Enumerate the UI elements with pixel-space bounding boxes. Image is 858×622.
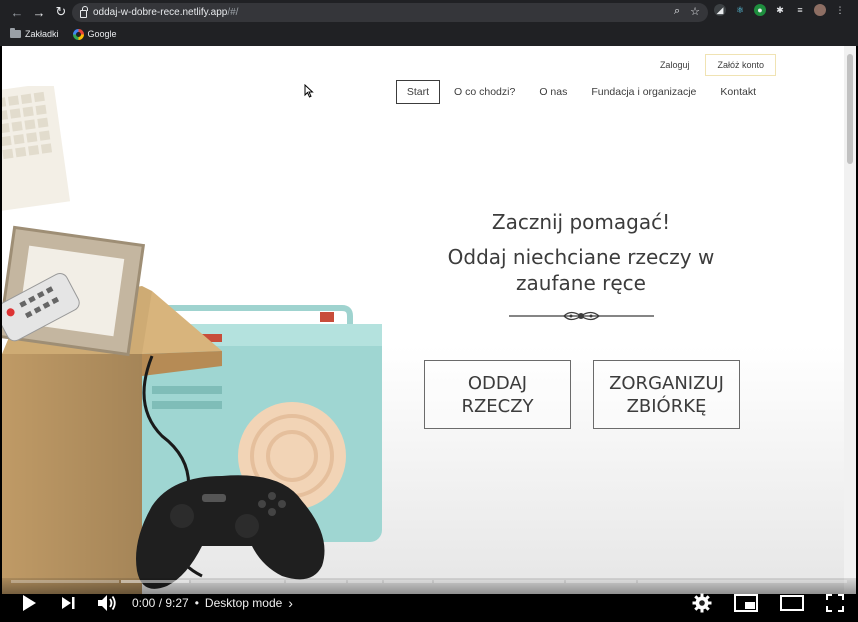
- main-navigation: Start O co chodzi? O nas Fundacja i orga…: [395, 80, 766, 104]
- play-icon[interactable]: [20, 594, 38, 612]
- chapter-segment[interactable]: [11, 580, 119, 583]
- puzzle-icon[interactable]: ✱: [774, 4, 786, 16]
- settings-gear-icon[interactable]: [692, 593, 712, 613]
- fullscreen-icon[interactable]: [826, 594, 844, 612]
- google-icon: [72, 28, 84, 40]
- chapter-segment[interactable]: [348, 580, 383, 583]
- lock-icon: [80, 5, 88, 18]
- url-text: oddaj-w-dobre-rece.netlify.app/#/: [93, 7, 238, 18]
- zoom-icon[interactable]: ⌕: [674, 5, 680, 18]
- give-items-button[interactable]: ODDAJ RZECZY: [424, 360, 571, 429]
- media-queue-icon[interactable]: ≡: [794, 4, 806, 16]
- player-right-controls: [692, 589, 844, 617]
- chapter-segment[interactable]: [434, 580, 564, 583]
- ornament-divider-icon: [509, 311, 654, 321]
- organize-label-2: ZBIÓRKĘ: [626, 395, 707, 417]
- url-host: oddaj-w-dobre-rece.netlify.app: [93, 7, 228, 18]
- forward-icon[interactable]: →: [30, 3, 48, 21]
- miniplayer-icon[interactable]: [734, 594, 758, 612]
- menu-dots-icon[interactable]: ⋮: [834, 4, 846, 16]
- extension-icon[interactable]: ◢: [714, 4, 726, 16]
- organize-collection-button[interactable]: ZORGANIZUJ ZBIÓRKĘ: [593, 360, 740, 429]
- auth-links: Zaloguj Załóż konto: [654, 54, 776, 76]
- bookmark-label: Zakładki: [25, 29, 59, 39]
- chapter-segment[interactable]: [637, 580, 847, 583]
- keyboard-shape: [2, 86, 71, 211]
- hero-subtitle-line: Oddaj niechciane rzeczy w: [447, 245, 715, 269]
- profile-avatar[interactable]: [814, 4, 826, 16]
- reload-icon[interactable]: ↻: [52, 3, 70, 21]
- folder-icon: [10, 28, 21, 38]
- nav-about-us[interactable]: O nas: [529, 81, 577, 103]
- video-time: 0:00 / 9:27: [132, 596, 189, 610]
- mouse-cursor-icon: [304, 84, 314, 98]
- chapter-segment[interactable]: [384, 580, 432, 583]
- chapter-separator: •: [194, 596, 199, 610]
- bookmark-label: Google: [87, 29, 117, 39]
- web-page: Zaloguj Załóż konto Start O co chodzi? O…: [2, 46, 856, 594]
- chapter-segment[interactable]: [190, 580, 285, 583]
- chapter-segment[interactable]: [565, 580, 636, 583]
- nav-contact[interactable]: Kontakt: [710, 81, 766, 103]
- extensions-bar: ◢ ⚛ ● ✱ ≡ ⋮: [714, 4, 846, 16]
- nav-about-idea[interactable]: O co chodzi?: [444, 81, 525, 103]
- organize-label-1: ZORGANIZUJ: [609, 372, 724, 394]
- hero-image: [2, 86, 382, 594]
- browser-toolbar: ← → ↻ oddaj-w-dobre-rece.netlify.app/#/ …: [0, 0, 858, 24]
- give-items-label-2: RZECZY: [461, 395, 534, 417]
- chapter-segment[interactable]: [286, 580, 347, 583]
- video-progress-bar[interactable]: [11, 580, 847, 583]
- url-path: /#/: [227, 7, 239, 18]
- theater-mode-icon[interactable]: [780, 595, 804, 611]
- page-scrollbar[interactable]: [844, 46, 856, 594]
- nav-start[interactable]: Start: [395, 80, 441, 104]
- chapter-title[interactable]: Desktop mode: [205, 596, 282, 610]
- volume-icon[interactable]: [96, 593, 118, 613]
- back-icon[interactable]: ←: [8, 3, 26, 21]
- react-devtools-icon[interactable]: ⚛: [734, 4, 746, 16]
- register-button[interactable]: Załóż konto: [705, 54, 776, 76]
- address-bar[interactable]: oddaj-w-dobre-rece.netlify.app/#/ ⌕ ☆: [72, 3, 708, 22]
- bookmark-folder[interactable]: Zakładki: [10, 28, 59, 39]
- bookmarks-bar: Zakładki Google: [0, 26, 117, 42]
- chapter-segment[interactable]: [120, 580, 189, 583]
- hero-subtitle-line: zaufane ręce: [516, 271, 646, 295]
- extension-green-icon[interactable]: ●: [754, 4, 766, 16]
- nav-foundations[interactable]: Fundacja i organizacje: [581, 81, 706, 103]
- browser-chrome: ← → ↻ oddaj-w-dobre-rece.netlify.app/#/ …: [0, 0, 858, 46]
- star-icon[interactable]: ☆: [690, 5, 700, 18]
- bookmark-google[interactable]: Google: [72, 28, 117, 40]
- chevron-right-icon[interactable]: ›: [288, 595, 293, 611]
- give-items-label-1: ODDAJ: [467, 372, 528, 394]
- login-link[interactable]: Zaloguj: [654, 55, 696, 75]
- next-icon[interactable]: [60, 595, 76, 611]
- scrollbar-thumb[interactable]: [847, 54, 853, 164]
- hero-subtitle: Oddaj niechciane rzeczy w zaufane ręce: [432, 244, 730, 296]
- hero-title: Zacznij pomagać!: [491, 210, 671, 234]
- video-controls: 0:00 / 9:27 • Desktop mode ›: [0, 589, 858, 617]
